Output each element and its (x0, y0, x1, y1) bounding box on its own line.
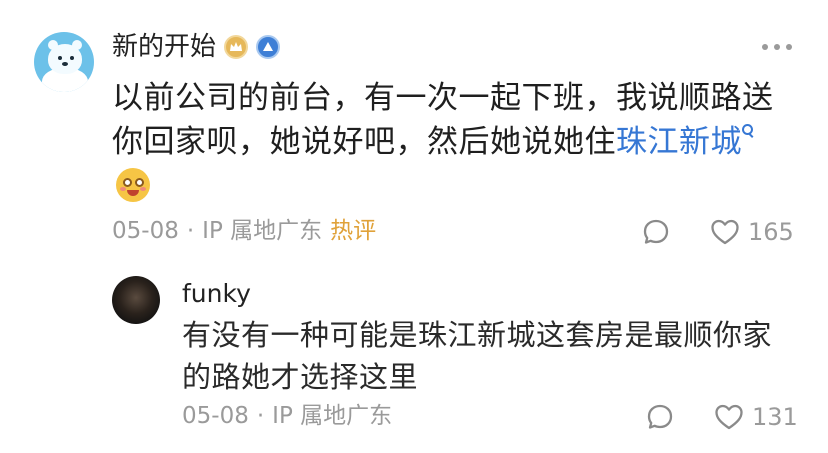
heart-icon[interactable] (714, 403, 744, 431)
ip-location: IP 属地广东 (202, 218, 323, 244)
meta-separator: · (186, 218, 195, 244)
hot-comment-tag: 热评 (330, 218, 377, 244)
more-dots-icon[interactable] (762, 44, 792, 50)
username[interactable]: 新的开始 (112, 34, 216, 60)
comment-bubble-icon[interactable] (642, 218, 670, 246)
search-icon[interactable] (742, 124, 754, 138)
reply-meta: 05-08 · IP 属地广东 (182, 405, 392, 428)
bear-nose (62, 62, 68, 66)
post-date: 05-08 (112, 218, 179, 244)
comment-text: 以前公司的前台，有一次一起下班，我说顺路送你回家呗，她说好吧，然后她说她住珠江新… (112, 76, 792, 208)
flushed-face-emoji-icon (116, 168, 150, 202)
reply-username[interactable]: funky (182, 281, 251, 306)
like-button[interactable]: 165 (710, 218, 794, 246)
blue-verified-badge-icon[interactable] (256, 35, 281, 59)
like-count: 165 (748, 218, 794, 246)
bear-eye (70, 56, 74, 60)
comment-button[interactable] (642, 218, 670, 250)
bear-eye (58, 56, 62, 60)
post-header: 新的开始 (112, 34, 281, 60)
topic-link[interactable]: 珠江新城 (616, 124, 742, 160)
meta-separator: · (256, 403, 265, 429)
reply-avatar[interactable] (112, 276, 160, 324)
reply-text: 有没有一种可能是珠江新城这套房是最顺你家的路她才选择这里 (182, 318, 773, 394)
heart-icon[interactable] (710, 218, 740, 246)
gold-level-badge-icon[interactable] (224, 35, 249, 59)
post-meta: 05-08 · IP 属地广东 热评 (112, 220, 376, 243)
bear-head (48, 44, 82, 74)
reply-like-count: 131 (752, 403, 798, 431)
reply-ip-location: IP 属地广东 (272, 403, 393, 429)
reply-date: 05-08 (182, 403, 249, 429)
reply-like-button[interactable]: 131 (714, 403, 798, 431)
reply-comment-button[interactable] (646, 403, 674, 435)
avatar[interactable] (34, 32, 94, 92)
comment-bubble-icon[interactable] (646, 403, 674, 431)
